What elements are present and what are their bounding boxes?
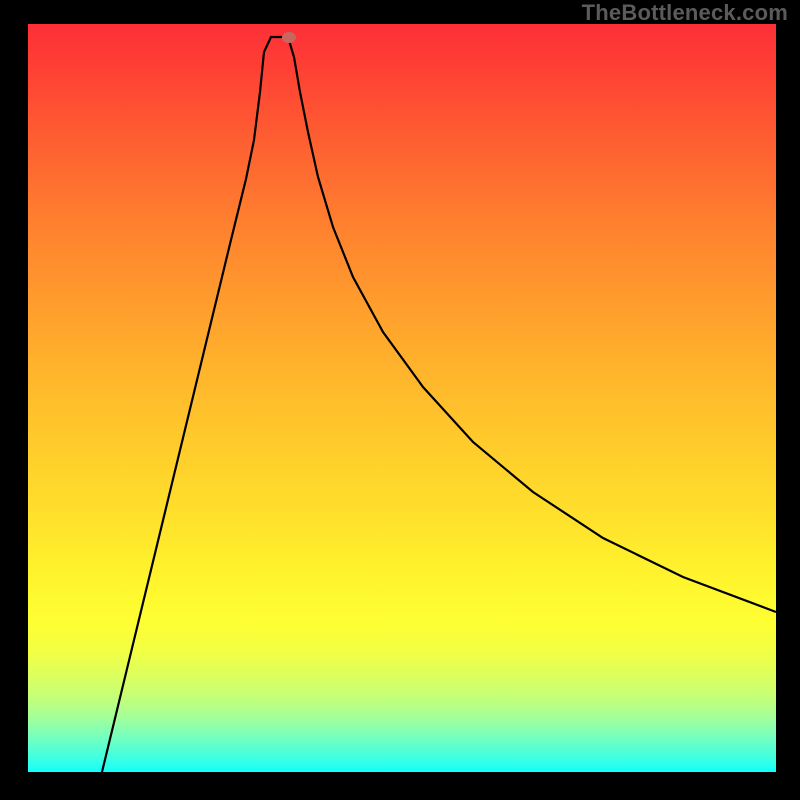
curve-left-branch <box>102 37 288 772</box>
watermark-text: TheBottleneck.com <box>582 0 788 26</box>
vertex-dot <box>282 32 296 43</box>
chart-plot-area <box>28 24 776 772</box>
curve-right-branch <box>288 37 776 612</box>
chart-curve <box>28 24 776 772</box>
chart-container: TheBottleneck.com <box>0 0 800 800</box>
